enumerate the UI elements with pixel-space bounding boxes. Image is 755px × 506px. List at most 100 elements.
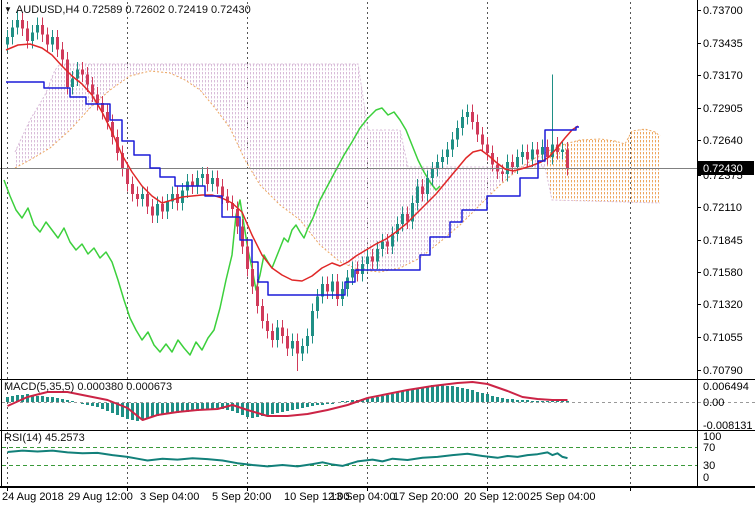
candle-body <box>221 187 224 197</box>
macd-bar <box>321 403 324 405</box>
candle-body <box>286 336 289 349</box>
candle-body <box>481 135 484 145</box>
candle-body <box>561 150 564 153</box>
macd-bar <box>496 397 499 402</box>
candle-body <box>371 257 374 262</box>
candle-body <box>41 25 44 35</box>
candle-body <box>406 214 409 222</box>
candle-body <box>6 37 9 45</box>
candle-body <box>91 85 94 95</box>
rsi-axis-label: 30 <box>703 460 715 472</box>
candle-body <box>51 37 54 45</box>
mt4-chart-window: 0.737000.734350.731700.729050.726400.723… <box>0 0 755 506</box>
candle-body <box>546 147 549 157</box>
macd-bar <box>441 385 444 402</box>
candle-body <box>421 187 424 195</box>
candle-body <box>531 150 534 160</box>
macd-bar <box>311 403 314 406</box>
candle-body <box>206 174 209 184</box>
date-label: 20 Sep 12:00 <box>464 491 529 503</box>
candle-body <box>86 75 89 85</box>
macd-bar <box>421 387 424 402</box>
macd-bar <box>466 389 469 402</box>
candle-body <box>131 184 134 194</box>
macd-indicator-label: MACD(5,35,5) 0.000380 0.000673 <box>4 381 172 394</box>
macd-bar <box>476 392 479 402</box>
candle-body <box>256 287 259 307</box>
macd-bar <box>461 388 464 402</box>
candle-body <box>441 157 444 162</box>
macd-bar <box>566 401 569 402</box>
macd-bar <box>371 398 374 402</box>
macd-bar <box>101 403 104 409</box>
candle-body <box>251 269 254 287</box>
candle-body <box>351 269 354 278</box>
macd-bar <box>516 400 519 402</box>
candle-body <box>196 178 199 187</box>
macd-bar <box>501 398 504 402</box>
macd-bar <box>51 397 54 402</box>
macd-bar <box>216 403 219 408</box>
candle-body <box>81 70 84 75</box>
price-axis-label: 0.71845 <box>703 235 743 247</box>
candle-body <box>11 28 14 38</box>
date-label: 25 Sep 04:00 <box>530 491 595 503</box>
candle-body <box>361 264 364 274</box>
macd-bar <box>86 403 89 405</box>
macd-bar <box>376 397 379 402</box>
macd-bar <box>126 403 129 419</box>
candle-body <box>416 187 419 204</box>
rsi-axis-label: 70 <box>703 442 715 454</box>
date-label: 13 Sep 04:00 <box>330 491 395 503</box>
macd-bar <box>111 403 114 413</box>
candle-body <box>291 341 294 349</box>
candle-body <box>381 242 384 250</box>
candle-body <box>246 247 249 270</box>
candle-body <box>316 297 319 312</box>
macd-bar <box>276 403 279 413</box>
macd-bar <box>286 403 289 411</box>
candle-body <box>536 150 539 155</box>
candle-body <box>431 169 434 178</box>
macd-bar <box>56 398 59 402</box>
macd-bar <box>521 400 524 402</box>
macd-bar <box>471 390 474 402</box>
candle-body <box>401 214 404 224</box>
price-axis-label: 0.72640 <box>703 135 743 147</box>
candle-body <box>61 50 64 60</box>
candle-body <box>161 204 164 212</box>
candle-body <box>461 117 464 128</box>
candle-body <box>241 227 244 247</box>
candle-body <box>386 242 389 247</box>
macd-bar <box>451 386 454 402</box>
candle-body <box>501 172 504 175</box>
candle-body <box>521 152 524 157</box>
macd-bar <box>526 400 529 402</box>
rsi-indicator-label: RSI(14) 45.2573 <box>4 432 85 445</box>
macd-bar <box>81 403 84 404</box>
macd-axis-label: 0.006494 <box>703 381 749 393</box>
date-label: 3 Sep 04:00 <box>140 491 199 503</box>
macd-bar <box>66 400 69 402</box>
price-chart-canvas[interactable]: 0.737000.734350.731700.729050.726400.723… <box>0 0 755 506</box>
macd-bar <box>106 403 109 411</box>
candle-body <box>306 336 309 346</box>
candle-body <box>46 35 49 45</box>
candle-body <box>511 162 514 167</box>
macd-bar <box>381 396 384 402</box>
candle-body <box>541 147 544 155</box>
macd-bar <box>401 391 404 402</box>
current-price-tag-text: 0.72430 <box>703 163 743 175</box>
candle-body <box>266 321 269 331</box>
macd-bar <box>151 403 154 417</box>
candle-body <box>201 174 204 178</box>
candle-body <box>326 284 329 292</box>
candle-body <box>16 20 19 28</box>
candle-body <box>151 207 154 216</box>
macd-bar <box>296 403 299 409</box>
candle-body <box>56 37 59 50</box>
macd-bar <box>301 403 304 408</box>
macd-bar <box>46 397 49 402</box>
macd-bar <box>306 403 309 407</box>
candle-body <box>36 25 39 33</box>
